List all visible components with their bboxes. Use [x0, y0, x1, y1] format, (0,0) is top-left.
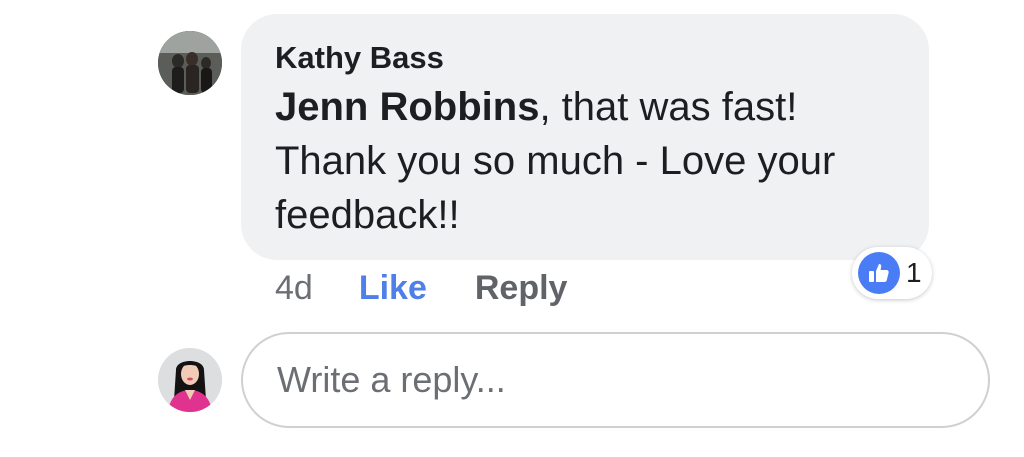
commenter-avatar[interactable]: [158, 31, 222, 95]
reply-input[interactable]: [275, 358, 956, 402]
mention-link[interactable]: Jenn Robbins: [275, 85, 539, 129]
comment-timestamp[interactable]: 4d: [275, 266, 313, 310]
like-button[interactable]: Like: [359, 266, 427, 310]
comment-thread: Kathy Bass Jenn Robbins, that was fast! …: [0, 0, 1024, 457]
comment-bubble: Kathy Bass Jenn Robbins, that was fast! …: [241, 14, 929, 260]
current-user-avatar: [158, 348, 222, 412]
reaction-count: 1: [906, 257, 922, 288]
comment-author[interactable]: Kathy Bass: [275, 40, 899, 76]
reaction-badge[interactable]: 1: [852, 247, 932, 299]
reply-button[interactable]: Reply: [475, 266, 568, 310]
comment-text: Jenn Robbins, that was fast! Thank you s…: [275, 80, 899, 242]
comment-text-rest: Thank you so much - Love your feedback!!: [275, 139, 836, 237]
group-photo-icon: [158, 31, 222, 95]
reply-input-container[interactable]: [241, 332, 990, 428]
user-photo-icon: [158, 348, 222, 412]
comment-text-line1: , that was fast!: [539, 85, 798, 129]
comment-actions: 4d Like Reply: [275, 266, 567, 310]
thumbs-up-icon: [858, 252, 900, 294]
